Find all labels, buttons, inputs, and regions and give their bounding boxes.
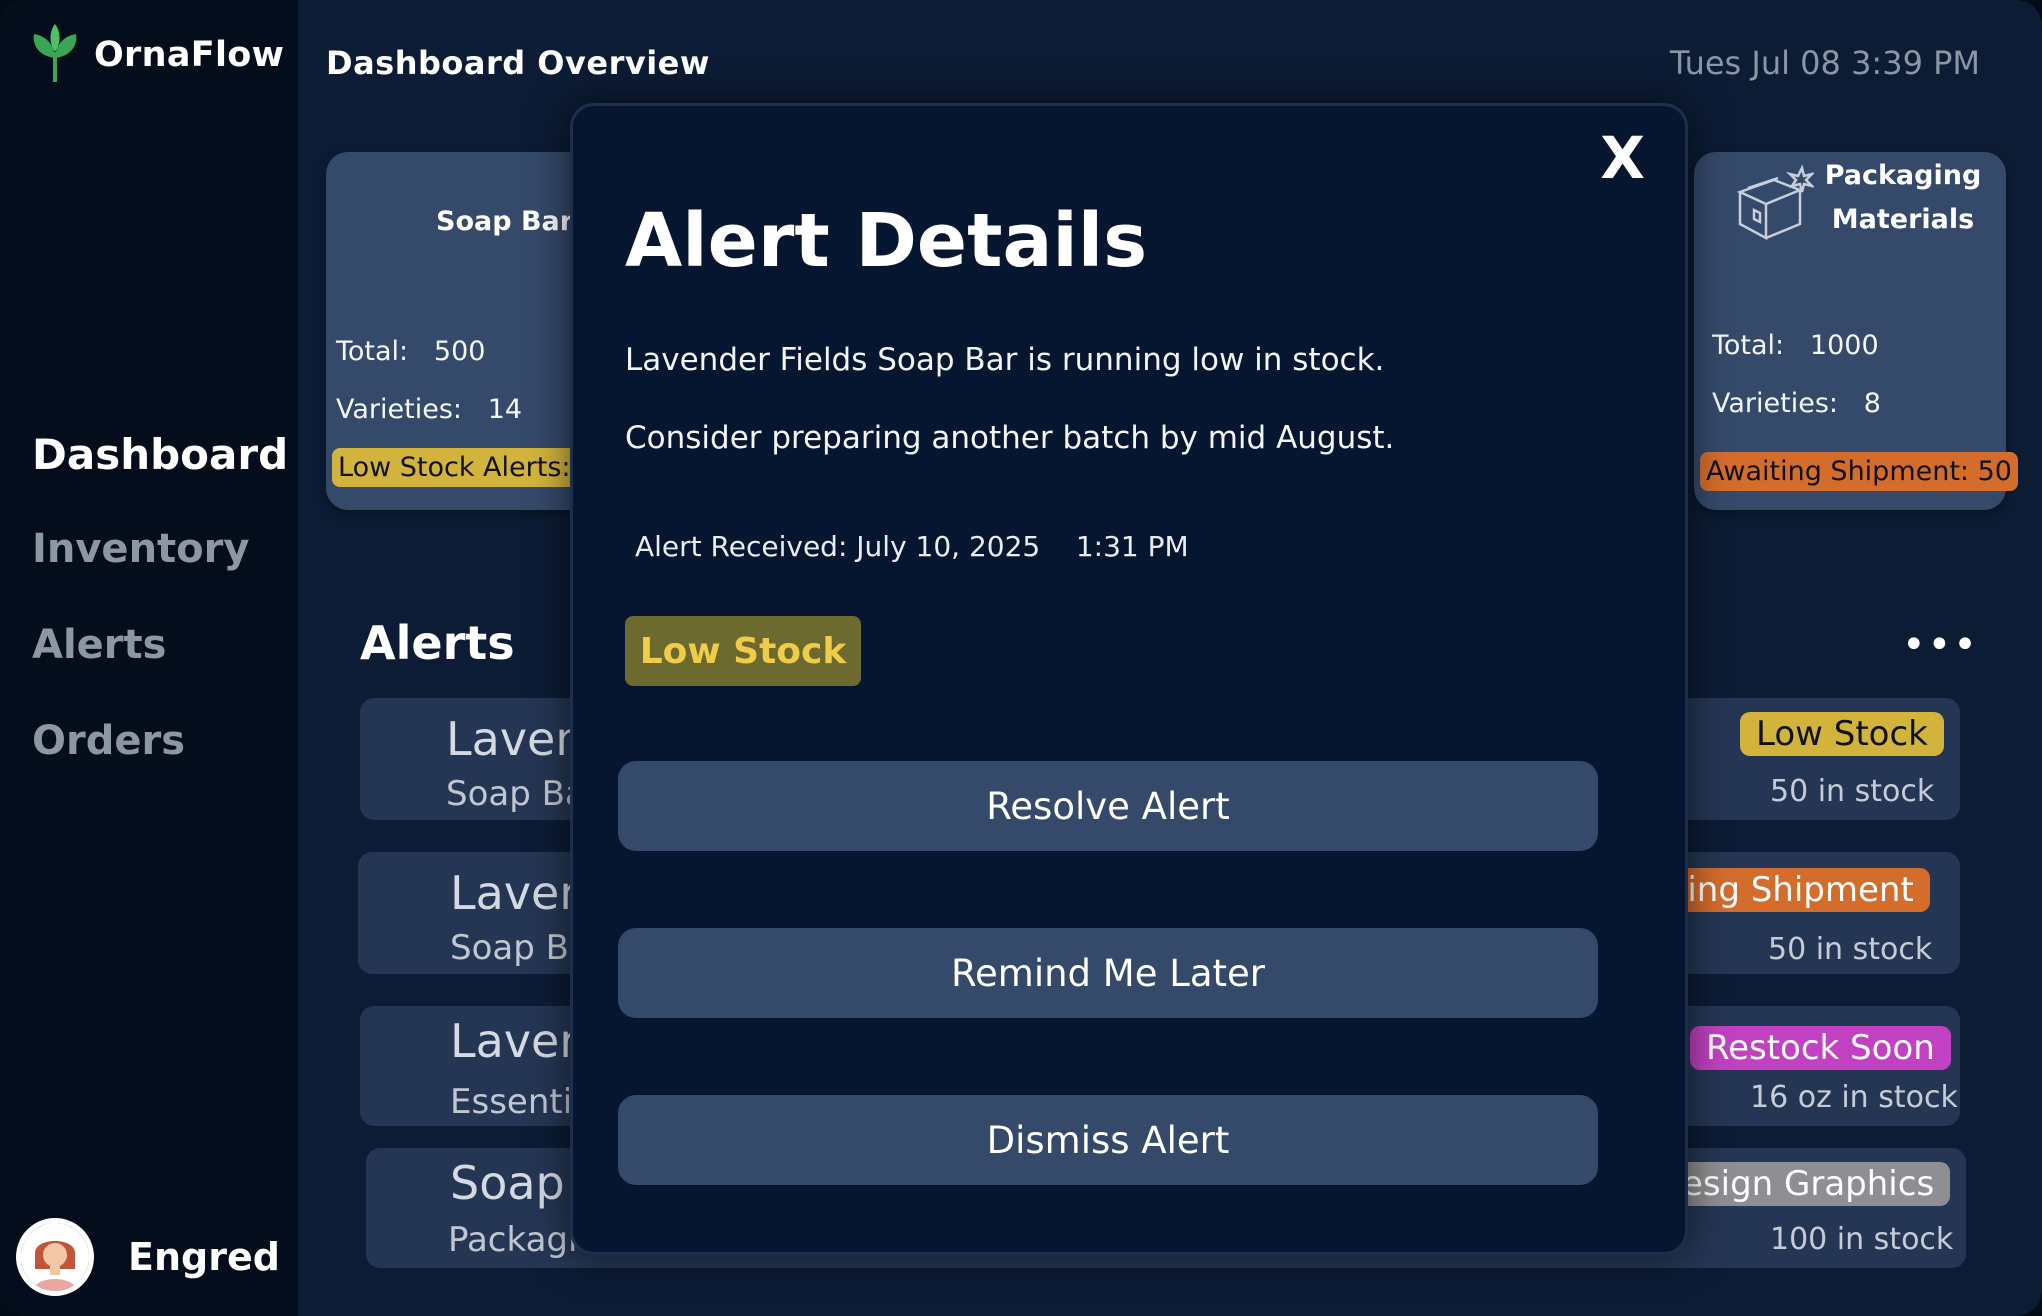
alert-row-subtitle: Soap B xyxy=(450,928,569,968)
logo[interactable]: OrnaFlow xyxy=(30,22,284,88)
app-name: OrnaFlow xyxy=(94,35,285,75)
card-varieties: Varieties: 14 xyxy=(336,394,523,425)
sidebar-item-inventory[interactable]: Inventory xyxy=(32,526,249,572)
card-label: Soap Bars xyxy=(436,206,590,237)
alert-row-stock: 50 in stock xyxy=(1770,774,1935,809)
user-name: Engred xyxy=(128,1235,280,1279)
alert-row-title: Laver xyxy=(450,866,579,920)
alert-details-modal: X Alert Details Lavender Fields Soap Bar… xyxy=(570,103,1688,1255)
sidebar: OrnaFlow Dashboard Inventory Alerts Orde… xyxy=(0,0,298,1316)
modal-title: Alert Details xyxy=(625,198,1148,284)
low-stock-alerts-badge[interactable]: Low Stock Alerts: xyxy=(332,448,577,487)
card-label: Packaging Materials xyxy=(1824,160,1982,235)
alert-recommendation: Consider preparing another batch by mid … xyxy=(625,420,1395,456)
alert-row-stock: 50 in stock xyxy=(1768,932,1933,967)
more-options-icon[interactable]: ••• xyxy=(1902,622,1979,668)
user-profile[interactable]: Engred xyxy=(16,1218,280,1296)
alert-row-subtitle: Essenti xyxy=(450,1082,573,1122)
alert-message: Lavender Fields Soap Bar is running low … xyxy=(625,342,1385,378)
sidebar-item-alerts[interactable]: Alerts xyxy=(32,622,166,668)
alert-row-title: Soap xyxy=(450,1156,565,1210)
resolve-alert-button[interactable]: Resolve Alert xyxy=(618,761,1598,851)
alert-row-stock: 16 oz in stock xyxy=(1750,1080,1958,1115)
page-title: Dashboard Overview xyxy=(326,44,710,82)
alert-row-title: Laver xyxy=(450,1014,579,1068)
alert-row-stock: 100 in stock xyxy=(1770,1222,1954,1257)
alert-row-badge: esign Graphics xyxy=(1666,1162,1951,1206)
close-icon[interactable]: X xyxy=(1600,124,1645,192)
card-varieties: Varieties: 8 xyxy=(1712,388,1881,419)
alert-received-timestamp: Alert Received: July 10, 2025 1:31 PM xyxy=(635,530,1189,563)
dismiss-alert-button[interactable]: Dismiss Alert xyxy=(618,1095,1598,1185)
remind-me-later-button[interactable]: Remind Me Later xyxy=(618,928,1598,1018)
avatar[interactable] xyxy=(16,1218,94,1296)
box-icon xyxy=(1734,162,1817,246)
alert-row-title: Laven xyxy=(446,712,585,766)
alert-row-subtitle: Packagi xyxy=(448,1220,578,1260)
sidebar-item-dashboard[interactable]: Dashboard xyxy=(32,430,288,479)
app-window: OrnaFlow Dashboard Inventory Alerts Orde… xyxy=(0,0,2042,1316)
card-total: Total: 500 xyxy=(336,336,486,367)
alert-row-subtitle: Soap Ba xyxy=(446,774,586,814)
alert-row-badge: ting Shipment xyxy=(1658,868,1930,912)
stat-card-packaging-materials[interactable]: Packaging Materials Total: 1000 Varietie… xyxy=(1694,152,2018,510)
awaiting-shipment-badge[interactable]: Awaiting Shipment: 50 xyxy=(1700,452,2018,491)
alerts-section-title: Alerts xyxy=(360,616,515,670)
sidebar-item-orders[interactable]: Orders xyxy=(32,718,185,764)
leaf-logo-icon xyxy=(30,22,80,88)
datetime: Tues Jul 08 3:39 PM xyxy=(1669,44,1980,82)
card-total: Total: 1000 xyxy=(1712,330,1879,361)
alert-row-badge: Restock Soon xyxy=(1690,1026,1951,1070)
low-stock-tag: Low Stock xyxy=(625,616,861,686)
user-avatar-icon xyxy=(21,1223,89,1291)
alert-row-badge: Low Stock xyxy=(1740,712,1944,756)
